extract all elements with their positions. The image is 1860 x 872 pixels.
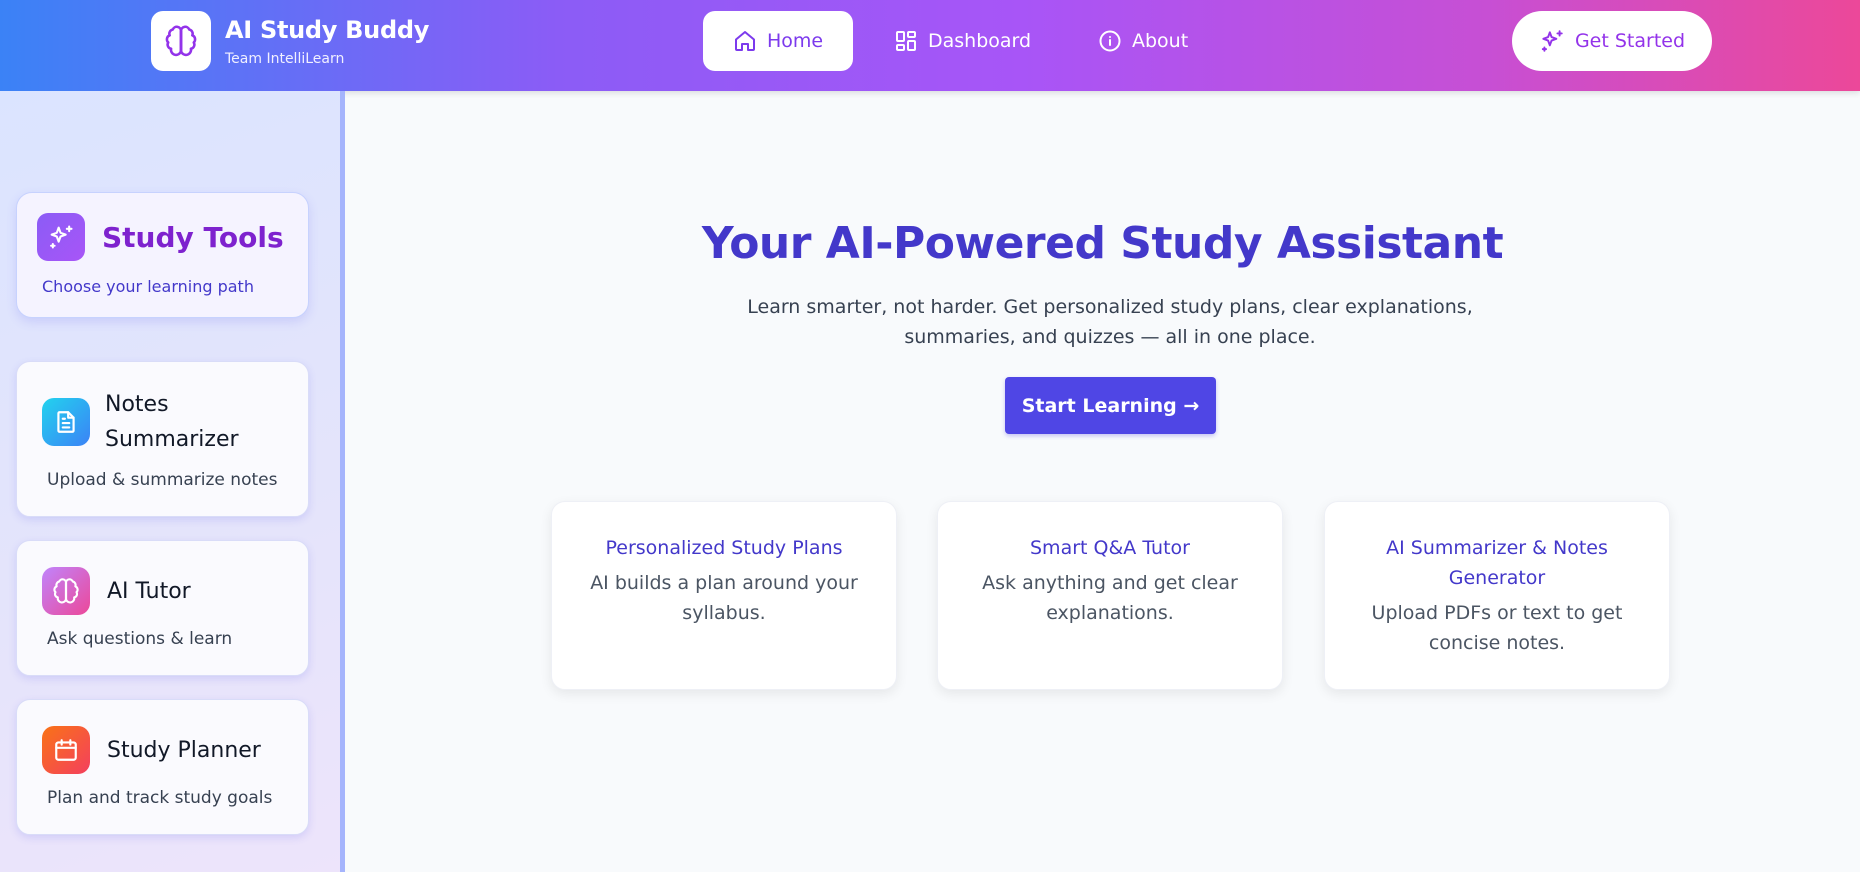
sidebar-divider	[340, 91, 345, 872]
start-learning-button[interactable]: Start Learning →	[1005, 377, 1216, 434]
sparkles-icon	[37, 213, 85, 261]
feature-title: AI Summarizer & Notes Generator	[1386, 537, 1608, 589]
calendar-icon	[42, 726, 90, 774]
document-icon	[42, 398, 90, 446]
brain-icon	[42, 567, 90, 615]
top-header: AI Study Buddy Team IntelliLearn Home Da…	[0, 0, 1860, 91]
hero-title: Your AI-Powered Study Assistant	[701, 218, 1504, 269]
feature-desc: Upload PDFs or text to get concise notes…	[1371, 602, 1623, 654]
feature-card-study-plans: Personalized Study Plans AI builds a pla…	[551, 501, 897, 690]
sidebar-item-desc: Upload & summarize notes	[47, 470, 278, 490]
brain-icon	[165, 25, 197, 57]
home-icon	[735, 31, 755, 51]
nav-dashboard[interactable]: Dashboard	[864, 11, 1061, 71]
feature-title: Smart Q&A Tutor	[1030, 537, 1190, 559]
sparkles-icon	[1541, 30, 1563, 52]
nav-dashboard-label: Dashboard	[928, 30, 1032, 52]
nav-home[interactable]: Home	[703, 11, 853, 71]
sidebar-item-desc: Plan and track study goals	[47, 788, 273, 808]
sidebar-item-desc: Ask questions & learn	[47, 629, 233, 649]
feature-desc: Ask anything and get clear explanations.	[982, 572, 1238, 624]
get-started-button[interactable]: Get Started	[1512, 11, 1712, 71]
study-tools-title: Study Tools	[102, 221, 284, 254]
nav-about[interactable]: About	[1068, 11, 1218, 71]
dashboard-icon	[896, 31, 916, 51]
app-title: AI Study Buddy	[225, 16, 430, 44]
study-tools-subtitle: Choose your learning path	[42, 277, 254, 296]
nav-home-label: Home	[767, 30, 824, 52]
info-icon	[1099, 30, 1121, 52]
study-tools-header: Study Tools Choose your learning path	[16, 192, 309, 318]
feature-card-summarizer: AI Summarizer & Notes Generator Upload P…	[1324, 501, 1670, 690]
hero-subtitle: Learn smarter, not harder. Get personali…	[747, 296, 1473, 348]
sidebar-item-study-planner[interactable]: Study Planner Plan and track study goals	[16, 699, 309, 835]
feature-title: Personalized Study Plans	[605, 537, 843, 559]
sidebar-item-notes-summarizer[interactable]: Notes Summarizer Upload & summarize note…	[16, 361, 309, 517]
app-logo[interactable]	[151, 11, 211, 71]
app-subtitle: Team IntelliLearn	[225, 51, 345, 67]
get-started-label: Get Started	[1574, 30, 1686, 52]
feature-desc: AI builds a plan around your syllabus.	[590, 572, 858, 624]
sidebar-item-title: AI Tutor	[107, 579, 191, 604]
nav-about-label: About	[1132, 30, 1189, 52]
sidebar-item-ai-tutor[interactable]: AI Tutor Ask questions & learn	[16, 540, 309, 676]
feature-card-qa-tutor: Smart Q&A Tutor Ask anything and get cle…	[937, 501, 1283, 690]
sidebar-item-title: Notes Summarizer	[105, 392, 239, 452]
sidebar-item-title: Study Planner	[107, 738, 261, 763]
